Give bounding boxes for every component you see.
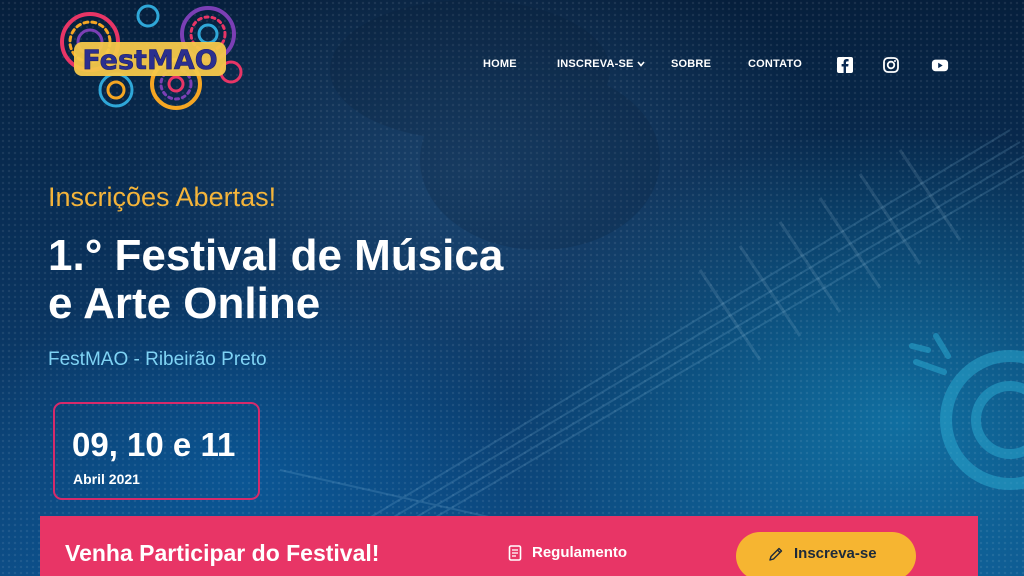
hero-eyebrow: Inscrições Abertas! (48, 182, 277, 212)
inscreva-se-button[interactable]: Inscreva-se (736, 532, 916, 576)
youtube-icon[interactable] (931, 56, 949, 74)
nav-home-label: HOME (483, 58, 517, 70)
inscreva-se-button-label: Inscreva-se (794, 545, 877, 563)
nav-sobre-label: SOBRE (671, 58, 712, 70)
instagram-icon[interactable] (882, 56, 900, 74)
document-icon (508, 544, 522, 561)
facebook-icon[interactable] (836, 56, 854, 74)
hero-subtitle: FestMAO - Ribeirão Preto (48, 349, 267, 370)
hero-title-line-2: e Arte Online (48, 279, 321, 328)
chevron-down-icon (636, 61, 645, 67)
nav-sobre[interactable]: SOBRE (671, 55, 711, 73)
regulamento-label: Regulamento (532, 544, 628, 562)
logo-text: FestMAO (82, 45, 217, 76)
nav-contato-label: CONTATO (748, 58, 802, 70)
hero-title-line-1: 1.° Festival de Música (48, 231, 504, 280)
event-date-days: 09, 10 e 11 (72, 426, 236, 463)
event-date-box: 09, 10 e 11 Abril 2021 (53, 402, 260, 500)
nav-contato[interactable]: CONTATO (748, 55, 802, 73)
cta-bar: Venha Participar do Festival! Regulament… (40, 516, 978, 576)
regulamento-link[interactable]: Regulamento (508, 544, 627, 566)
pencil-icon (769, 547, 783, 561)
nav-home[interactable]: HOME (483, 55, 517, 73)
hero-title: 1.° Festival de Música e Arte Online (48, 232, 608, 328)
event-date-month: Abril 2021 (73, 471, 140, 487)
festmao-logo[interactable]: FestMAO (56, 2, 246, 114)
cta-title: Venha Participar do Festival! (65, 540, 380, 566)
nav-inscreva-se[interactable]: INSCREVA-SE (557, 55, 645, 73)
nav-inscreva-se-label: INSCREVA-SE (557, 58, 634, 70)
